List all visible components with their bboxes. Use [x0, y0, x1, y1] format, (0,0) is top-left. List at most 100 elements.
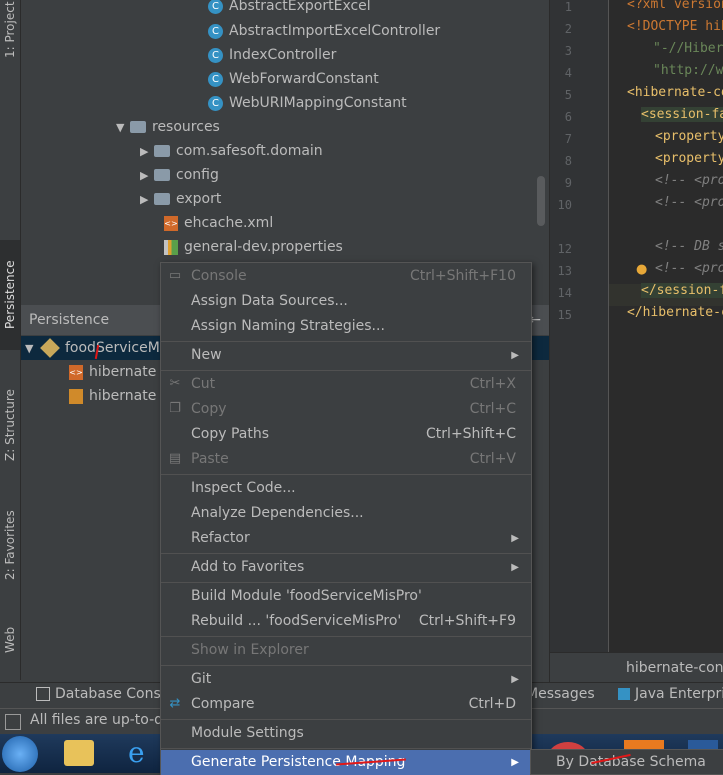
tree-item[interactable]: C WebURIMappingConstant — [208, 91, 407, 115]
chevron-right-icon[interactable]: ▶ — [140, 188, 154, 212]
java-enterprise-tab[interactable]: Java Enterpri — [618, 686, 723, 702]
module-icon — [40, 338, 60, 358]
menu-separator — [161, 474, 531, 475]
menu-item-copy-paths[interactable]: Copy Paths Ctrl+Shift+C — [161, 422, 531, 447]
properties-file-icon — [164, 239, 178, 255]
editor-gutter: 1 2 3 4 5 6 7 8 9 10 12 13 14 15 ● — [550, 0, 647, 652]
menu-item-shortcut: Ctrl+Shift+C — [426, 426, 516, 442]
menu-item-module-settings[interactable]: Module Settings — [161, 721, 531, 746]
tree-item[interactable]: general-dev.properties — [164, 235, 343, 259]
menu-item-assign-data-sources[interactable]: Assign Data Sources... — [161, 289, 531, 314]
status-toggle-icon[interactable] — [5, 714, 21, 730]
persistence-title: Persistence — [29, 312, 110, 328]
tree-item[interactable]: C AbstractImportExcelController — [208, 19, 440, 43]
start-button-icon[interactable] — [2, 736, 38, 772]
menu-item-paste[interactable]: ▤ Paste Ctrl+V — [161, 447, 531, 472]
line-number: 7 — [564, 132, 572, 146]
menu-item-label: Git — [191, 671, 212, 687]
lightbulb-icon[interactable]: ● — [636, 262, 647, 277]
line-number: 13 — [557, 264, 572, 278]
chevron-right-icon[interactable]: ▶ — [140, 140, 154, 164]
menu-item-show-in-explorer[interactable]: Show in Explorer — [161, 638, 531, 663]
menu-item-label: Copy Paths — [191, 426, 270, 442]
chevron-down-icon[interactable]: ▼ — [25, 337, 39, 361]
line-number: 12 — [557, 242, 572, 256]
code-line: <?xml version — [627, 0, 723, 12]
editor-tab-label: hibernate-con — [626, 660, 723, 676]
menu-item-refactor[interactable]: Refactor ▶ — [161, 526, 531, 551]
menu-item-add-to-favorites[interactable]: Add to Favorites ▶ — [161, 555, 531, 580]
menu-item-inspect-code[interactable]: Inspect Code... — [161, 476, 531, 501]
code-line: <hibernate-co — [627, 85, 723, 100]
tab-web-label: Web — [3, 626, 17, 654]
menu-item-build-module[interactable]: Build Module 'foodServiceMisPro' — [161, 584, 531, 609]
menu-item-label: Console — [191, 268, 247, 284]
menu-separator — [161, 341, 531, 342]
messages-tab[interactable]: Messages — [526, 686, 595, 702]
menu-item-assign-naming-strategies[interactable]: Assign Naming Strategies... — [161, 314, 531, 339]
code-line: </session-f — [641, 283, 723, 298]
menu-separator — [161, 370, 531, 371]
menu-item-compare[interactable]: ⇄ Compare Ctrl+D — [161, 692, 531, 717]
line-number: 8 — [564, 154, 572, 168]
java-enterprise-icon — [618, 688, 630, 700]
tab-favorites[interactable]: 2: Favorites — [0, 490, 20, 600]
code-line: <session-fa — [641, 107, 723, 122]
editor-file-tab[interactable]: hibernate-con — [550, 652, 723, 682]
tab-persistence[interactable]: Persistence — [0, 240, 20, 350]
copy-icon: ❐ — [169, 401, 181, 416]
menu-item-cut[interactable]: ✂ Cut Ctrl+X — [161, 372, 531, 397]
database-console-tab[interactable]: Database Conso — [36, 686, 169, 702]
tab-favorites-label: 2: Favorites — [3, 510, 17, 580]
menu-separator — [161, 636, 531, 637]
tab-project-label: 1: Project — [3, 1, 17, 59]
class-icon: C — [208, 95, 223, 111]
console-icon: ▭ — [168, 268, 182, 283]
tab-structure-label: Z: Structure — [3, 389, 17, 461]
menu-item-label: Paste — [191, 451, 229, 467]
generate-mapping-submenu: By Database Schema — [530, 749, 723, 775]
file-explorer-icon[interactable] — [64, 740, 94, 766]
package-icon — [154, 145, 170, 157]
project-tree-panel: C AbstractExportExcel C AbstractImportExce… — [21, 0, 549, 305]
internet-explorer-icon[interactable]: e — [128, 738, 145, 768]
tab-structure[interactable]: Z: Structure — [0, 370, 20, 480]
submenu-item-by-database-schema[interactable]: By Database Schema — [556, 750, 706, 774]
menu-item-console[interactable]: ▭ Console Ctrl+Shift+F10 — [161, 264, 531, 289]
tree-item-label: ehcache.xml — [184, 215, 274, 231]
tree-item[interactable]: C IndexController — [208, 43, 336, 67]
persistence-item[interactable]: <> hibernate — [69, 360, 156, 384]
submenu-arrow-icon: ▶ — [511, 533, 519, 544]
tree-item[interactable]: C WebForwardConstant — [208, 67, 379, 91]
menu-item-label: Compare — [191, 696, 255, 712]
menu-separator — [161, 748, 531, 749]
menu-item-git[interactable]: Git ▶ — [161, 667, 531, 692]
menu-item-new[interactable]: New ▶ — [161, 343, 531, 368]
tab-web[interactable]: Web — [0, 610, 20, 670]
vertical-scrollbar[interactable] — [537, 176, 545, 226]
menu-item-rebuild-module[interactable]: Rebuild ... 'foodServiceMisPro' Ctrl+Shif… — [161, 609, 531, 634]
tree-item[interactable]: <> ehcache.xml — [164, 211, 273, 235]
menu-item-label: Copy — [191, 401, 227, 417]
persistence-item[interactable]: ▼ foodServiceM — [25, 336, 160, 360]
menu-separator — [161, 719, 531, 720]
code-line: <!-- <prop — [655, 195, 723, 210]
tree-item[interactable]: ▶ com.safesoft.domain — [140, 139, 323, 163]
code-line: <!-- <prop — [655, 261, 723, 276]
persistence-item[interactable]: hibernate — [69, 384, 156, 408]
chevron-right-icon[interactable]: ▶ — [140, 164, 154, 188]
line-number: 2 — [564, 22, 572, 36]
class-icon: C — [208, 47, 223, 63]
tree-item-label: WebForwardConstant — [229, 71, 379, 87]
hibernate-config-icon — [69, 388, 83, 404]
tree-item[interactable]: ▶ export — [140, 187, 221, 211]
tab-project[interactable]: 1: Project — [0, 0, 20, 60]
menu-separator — [161, 665, 531, 666]
tree-item[interactable]: ▶ config — [140, 163, 219, 187]
tree-item[interactable]: ▼ resources — [116, 115, 220, 139]
chevron-down-icon[interactable]: ▼ — [116, 116, 130, 140]
tree-item[interactable]: C AbstractExportExcel — [208, 0, 371, 18]
menu-item-copy[interactable]: ❐ Copy Ctrl+C — [161, 397, 531, 422]
menu-item-analyze-dependencies[interactable]: Analyze Dependencies... — [161, 501, 531, 526]
code-editor[interactable]: 1 2 3 4 5 6 7 8 9 10 12 13 14 15 ● <?xml… — [549, 0, 723, 682]
